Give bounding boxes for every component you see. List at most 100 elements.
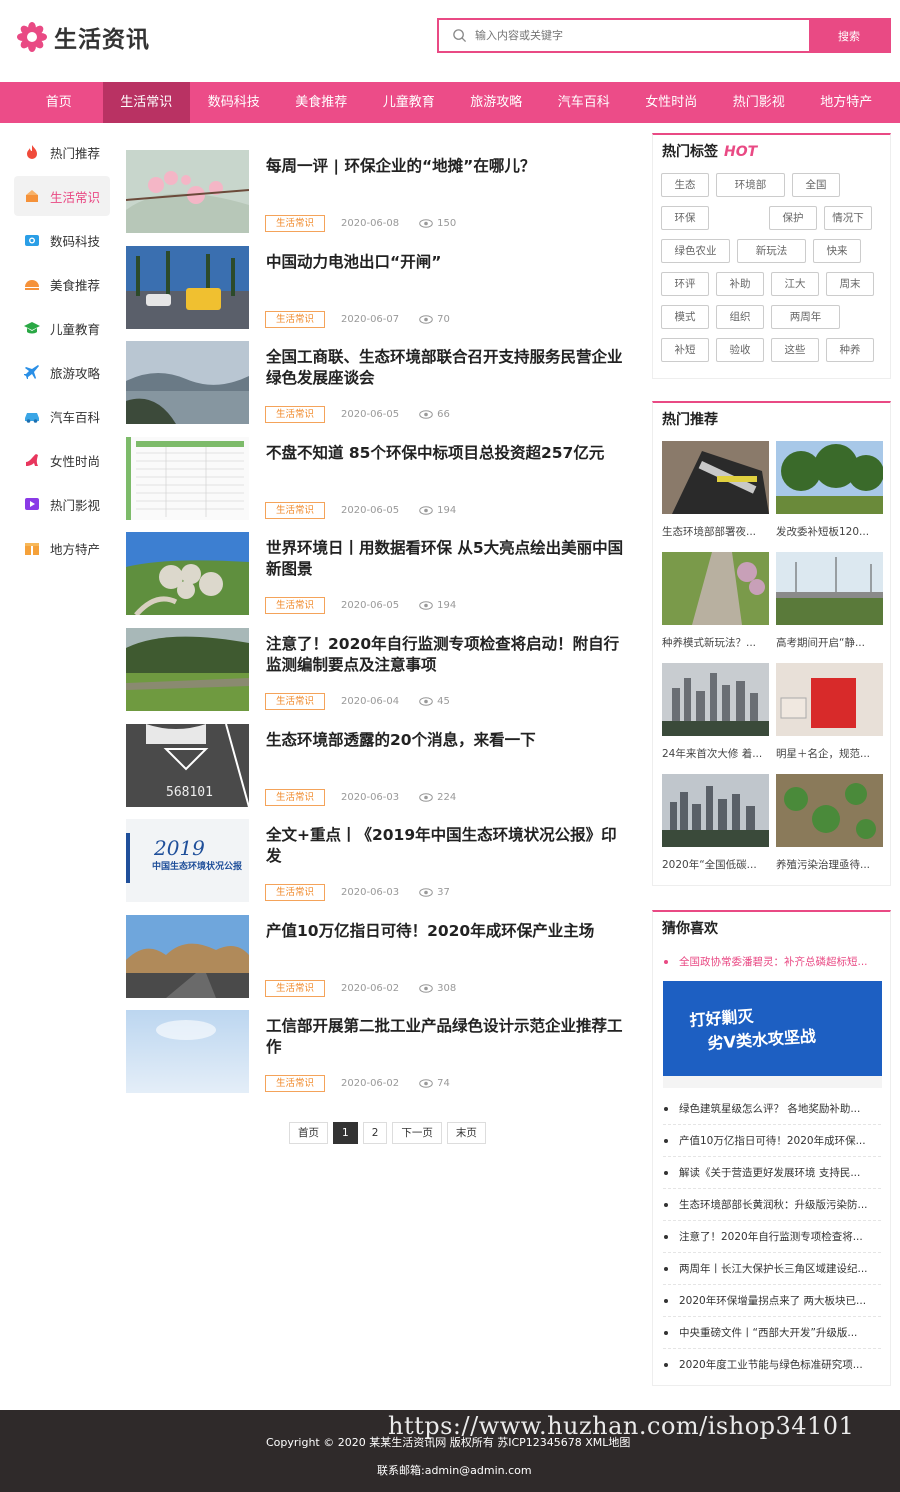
list-item[interactable]: 两周年丨长江大保护长三角区域建设纪... [663,1253,881,1285]
tag-item[interactable]: 环评 [661,272,709,296]
tag-item[interactable]: 种养 [826,338,874,362]
list-item[interactable]: 中央重磅文件丨“西部大开发”升级版... [663,1317,881,1349]
recommend-caption[interactable]: 生态环境部部署夜... [662,524,769,539]
list-item[interactable]: 不盘不知道 85个环保中标项目总投资超257亿元 生活常识 2020-06-05… [126,436,636,533]
article-title[interactable]: 不盘不知道 85个环保中标项目总投资超257亿元 [266,443,631,464]
tag-item[interactable]: 周末 [826,272,874,296]
list-item[interactable]: 注意了！2020年自行监测专项检查将启动！附自行监测编制要点及注意事项 生活常识… [126,627,636,724]
sidebar-item-life[interactable]: 生活常识 [14,176,110,216]
search-input[interactable] [439,20,809,51]
category-tag[interactable]: 生活常识 [265,406,326,424]
article-thumbnail[interactable]: 2019 中国生态环境状况公报 [126,819,249,903]
tag-item[interactable]: 生态 [661,173,709,197]
list-item[interactable]: 全国工商联、生态环境部联合召开支持服务民营企业绿色发展座谈会 生活常识 2020… [126,341,636,437]
category-tag[interactable]: 生活常识 [265,1075,326,1093]
sidebar-item-movies[interactable]: 热门影视 [14,484,110,524]
list-item[interactable]: 2020年环保增量拐点来了 两大板块已... [663,1285,881,1317]
tag-item[interactable]: 环保 [661,206,709,230]
recommend-thumbnail[interactable] [776,774,883,847]
recommend-thumbnail[interactable] [776,441,883,514]
sidebar-item-food[interactable]: 美食推荐 [14,264,110,304]
recommend-item[interactable]: 发改委补短板120... [776,441,883,552]
tag-item[interactable]: 绿色农业 [661,239,730,263]
nav-item-life[interactable]: 生活常识 [102,82,190,123]
tag-item[interactable]: 快来 [813,239,861,263]
contact-email[interactable]: 联系邮箱:admin@admin.com [377,1462,532,1478]
tag-item[interactable]: 组织 [716,305,764,329]
article-thumbnail[interactable] [126,150,249,233]
list-item[interactable]: 2020年度工业节能与绿色标准研究项... [663,1349,881,1381]
page-next-button[interactable]: 下一页 [392,1122,442,1144]
list-item[interactable]: 产值10万亿指日可待！2020年成环保... [663,1125,881,1157]
recommend-item[interactable]: 生态环境部部署夜... [662,441,769,552]
article-title[interactable]: 注意了！2020年自行监测专项检查将启动！附自行监测编制要点及注意事项 [266,634,631,676]
sidebar-item-fashion[interactable]: 女性时尚 [14,440,110,480]
category-tag[interactable]: 生活常识 [265,310,326,328]
article-title[interactable]: 产值10万亿指日可待！2020年成环保产业主场 [266,921,631,942]
article-title[interactable]: 工信部开展第二批工业产品绿色设计示范企业推荐工作 [266,1016,631,1058]
nav-item-home[interactable]: 首页 [15,82,103,123]
recommend-caption[interactable]: 高考期间开启“静... [776,635,883,650]
recommend-thumbnail[interactable] [662,552,769,625]
article-thumbnail[interactable] [126,914,249,998]
guess-banner-image[interactable]: 打好剿灭 劣Ⅴ类水攻坚战 [663,981,882,1088]
tag-item[interactable]: 保护 [769,206,817,230]
list-item[interactable]: 工信部开展第二批工业产品绿色设计示范企业推荐工作 生活常识 2020-06-02… [126,1010,636,1106]
list-item[interactable]: 全国政协常委潘碧灵：补齐总磷超标短... [663,946,881,978]
nav-item-travel[interactable]: 旅游攻略 [453,82,541,123]
category-tag[interactable]: 生活常识 [265,979,326,997]
category-tag[interactable]: 生活常识 [265,215,326,232]
recommend-thumbnail[interactable] [776,663,883,736]
category-tag[interactable]: 生活常识 [265,501,326,519]
nav-item-food[interactable]: 美食推荐 [278,82,366,123]
recommend-item[interactable]: 明星＋名企，规范... [776,663,883,774]
page-2-button[interactable]: 2 [362,1122,388,1144]
article-thumbnail[interactable] [126,532,249,616]
sidebar-item-car[interactable]: 汽车百科 [14,396,110,436]
article-title[interactable]: 全文+重点丨《2019年中国生态环境状况公报》印发 [266,825,631,867]
category-tag[interactable]: 生活常识 [265,884,326,902]
tag-item[interactable]: 江大 [771,272,819,296]
recommend-caption[interactable]: 发改委补短板120... [776,524,883,539]
recommend-item[interactable]: 种养模式新玩法？... [662,552,769,663]
nav-item-car[interactable]: 汽车百科 [540,82,628,123]
recommend-item[interactable]: 养殖污染治理亟待... [776,774,883,885]
list-item[interactable]: 2019 中国生态环境状况公报 全文+重点丨《2019年中国生态环境状况公报》印发… [126,819,636,915]
article-thumbnail[interactable] [126,245,249,329]
list-item[interactable]: 568101 生态环境部透露的20个消息，来看一下 生活常识 2020-06-0… [126,723,636,820]
tag-item[interactable]: 模式 [661,305,709,329]
recommend-caption[interactable]: 24年来首次大修 着... [662,746,769,761]
recommend-caption[interactable]: 2020年“全国低碳... [662,857,769,872]
tag-item[interactable]: 环境部 [716,173,785,197]
recommend-thumbnail[interactable] [662,663,769,736]
article-thumbnail[interactable] [126,341,249,425]
list-item[interactable]: 注意了！2020年自行监测专项检查将... [663,1221,881,1253]
tag-item[interactable]: 全国 [792,173,840,197]
category-tag[interactable]: 生活常识 [265,788,326,806]
article-title[interactable]: 全国工商联、生态环境部联合召开支持服务民营企业绿色发展座谈会 [266,347,631,389]
tag-item[interactable]: 补短 [661,338,709,362]
logo[interactable]: 生活资讯 [16,20,150,54]
sidebar-item-hot[interactable]: 热门推荐 [14,132,110,172]
tag-item[interactable]: 新玩法 [737,239,806,263]
sidebar-item-kids[interactable]: 儿童教育 [14,308,110,348]
tag-item[interactable]: 情况下 [824,206,872,230]
recommend-thumbnail[interactable] [662,774,769,847]
sidebar-item-tech[interactable]: 数码科技 [14,220,110,260]
sidebar-item-travel[interactable]: 旅游攻略 [14,352,110,392]
article-thumbnail[interactable] [126,1010,249,1094]
list-item[interactable]: 世界环境日丨用数据看环保 从5大亮点绘出美丽中国新图景 生活常识 2020-06… [126,532,636,628]
search-button[interactable]: 搜索 [809,20,889,51]
list-item[interactable]: 中国动力电池出口“开闸” 生活常识 2020-06-07 70 [126,245,636,342]
article-thumbnail[interactable] [126,627,249,711]
recommend-thumbnail[interactable] [776,552,883,625]
page-last-button[interactable]: 末页 [446,1122,486,1144]
article-title[interactable]: 每周一评 | 环保企业的“地摊”在哪儿？ [266,156,631,177]
recommend-thumbnail[interactable] [662,441,769,514]
category-tag[interactable]: 生活常识 [265,692,326,710]
tag-item[interactable]: 这些 [771,338,819,362]
recommend-item[interactable]: 高考期间开启“静... [776,552,883,663]
page-first-button[interactable]: 首页 [289,1122,328,1144]
list-item[interactable]: 产值10万亿指日可待！2020年成环保产业主场 生活常识 2020-06-02 … [126,914,636,1011]
article-thumbnail[interactable]: 568101 [126,723,249,807]
